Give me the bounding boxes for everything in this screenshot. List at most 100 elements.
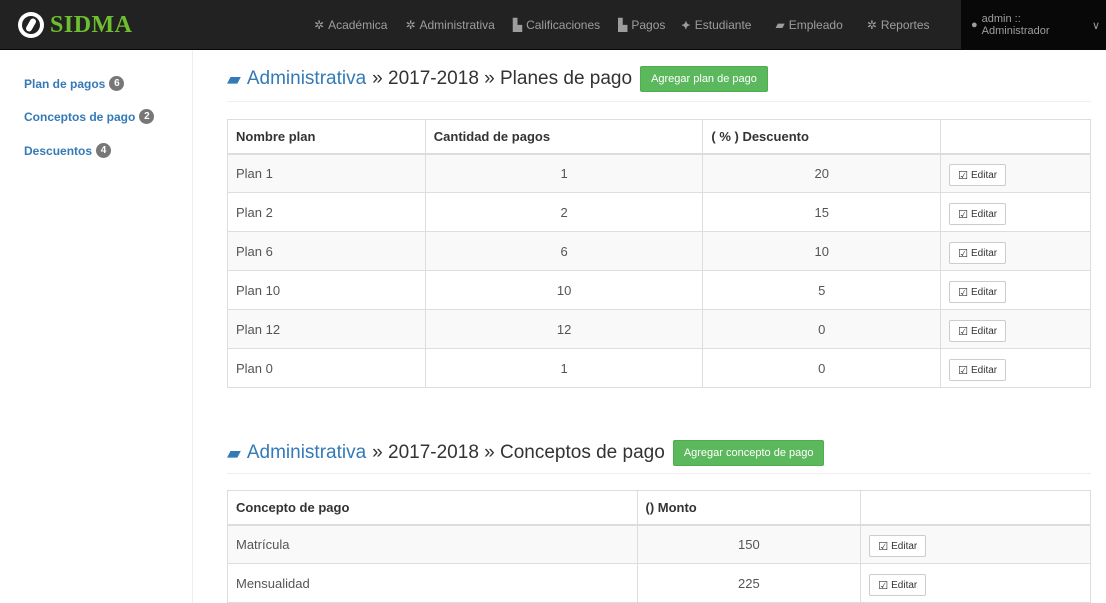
column-header: Nombre plan: [227, 119, 426, 155]
table-cell: 12: [424, 309, 704, 349]
breadcrumb-administrativa[interactable]: Administrativa: [247, 442, 366, 464]
nav-empleado[interactable]: ▰ Empleado: [769, 0, 848, 50]
sidebar: Plan de pagos 6 Conceptos de pago 2 Desc…: [0, 50, 193, 603]
nav-calificaciones[interactable]: ▙ Calificaciones: [507, 0, 606, 50]
table-cell: Plan 6: [227, 231, 426, 271]
table-cell: Matrícula: [227, 524, 638, 564]
sidebar-item-plan-de-pagos[interactable]: Plan de pagos 6: [24, 76, 125, 91]
table-cell: 6: [424, 231, 704, 271]
top-navbar: SIDMA ✲ Académica ✲ Administrativa ▙ Cal…: [0, 0, 1106, 50]
nav-estudiante[interactable]: ⯌ Estudiante: [675, 0, 757, 50]
edit-button[interactable]: ☑ Editar: [949, 242, 1007, 264]
table-row: Plan 6 6 10 ☑ Editar: [227, 231, 1091, 271]
edit-icon: ☑: [878, 579, 889, 592]
table-cell: Mensualidad: [227, 563, 638, 603]
edit-button[interactable]: ☑ Editar: [949, 203, 1007, 225]
planes-page-title: ▰ Administrativa » 2017-2018 » Planes de…: [227, 62, 768, 96]
gear-icon: ✲: [314, 18, 325, 32]
brand[interactable]: SIDMA: [18, 9, 133, 41]
edit-icon: ☑: [878, 540, 889, 553]
table-row: Plan 0 1 0 ☑ Editar: [227, 348, 1091, 388]
edit-button[interactable]: ☑ Editar: [949, 164, 1007, 187]
main-nav: ✲ Académica ✲ Administrativa ▙ Calificac…: [308, 0, 936, 50]
user-menu[interactable]: ● admin :: Administrador ∨: [961, 0, 1106, 50]
folder-open-icon: ▰: [227, 442, 241, 463]
breadcrumb-administrativa[interactable]: Administrativa: [247, 68, 366, 90]
sidebar-item-conceptos-de-pago[interactable]: Conceptos de pago 2: [24, 109, 155, 124]
folder-open-icon: ▰: [775, 18, 785, 32]
table-cell: 5: [702, 270, 942, 310]
table-row: Plan 1 1 20 ☑ Editar: [227, 153, 1091, 193]
nav-administrativa[interactable]: ✲ Administrativa: [399, 0, 500, 50]
sidebar-item-descuentos[interactable]: Descuentos 4: [24, 143, 112, 158]
nav-pagos[interactable]: ▙ Pagos: [612, 0, 671, 50]
edit-button[interactable]: ☑ Editar: [869, 574, 927, 596]
divider: [227, 101, 1091, 102]
table-cell: 1: [424, 348, 704, 388]
edit-button[interactable]: ☑ Editar: [949, 359, 1007, 381]
actions-cell: ☑ Editar: [860, 563, 1091, 603]
column-header: Concepto de pago: [227, 490, 638, 526]
table-row: Plan 10 10 5 ☑ Editar: [227, 270, 1091, 310]
divider: [227, 473, 1091, 474]
count-badge: 6: [109, 76, 125, 91]
column-header: () Monto: [636, 490, 862, 526]
count-badge: 4: [96, 143, 112, 158]
table-cell: Plan 12: [227, 309, 426, 349]
brand-logo-icon: [18, 12, 44, 38]
table-row: Matrícula 150 ☑ Editar: [227, 524, 1091, 564]
table-cell: Plan 2: [227, 192, 426, 232]
table-cell: 1: [424, 153, 704, 193]
edit-button[interactable]: ☑ Editar: [949, 281, 1007, 303]
edit-icon: ☑: [958, 364, 968, 377]
edit-icon: ☑: [958, 286, 968, 299]
actions-cell: ☑ Editar: [860, 524, 1091, 564]
table-cell: 0: [702, 348, 942, 388]
edit-icon: ☑: [958, 169, 968, 182]
edit-button[interactable]: ☑ Editar: [869, 535, 927, 558]
table-header-row: Concepto de pago () Monto: [227, 490, 1091, 526]
conceptos-page-title: ▰ Administrativa » 2017-2018 » Conceptos…: [227, 436, 825, 470]
add-plan-button[interactable]: Agregar plan de pago: [640, 66, 768, 92]
nav-academica[interactable]: ✲ Académica: [308, 0, 393, 50]
edit-icon: ☑: [958, 325, 968, 338]
edit-button[interactable]: ☑ Editar: [949, 320, 1007, 342]
table-cell: Plan 1: [227, 153, 426, 193]
actions-cell: ☑ Editar: [940, 153, 1091, 193]
actions-cell: ☑ Editar: [940, 270, 1091, 310]
table-row: Plan 2 2 15 ☑ Editar: [227, 192, 1091, 232]
user-icon: ●: [971, 19, 978, 31]
table-cell: 20: [702, 153, 942, 193]
column-header: ( % ) Descuento: [702, 119, 942, 155]
table-cell: 10: [424, 270, 704, 310]
nav-reportes[interactable]: ✲ Reportes: [861, 0, 936, 50]
brand-name: SIDMA: [50, 11, 133, 38]
folder-open-icon: ▰: [227, 68, 241, 89]
graduation-cap-icon: ⯌: [681, 17, 691, 32]
column-header: [860, 490, 1091, 526]
gear-icon: ✲: [405, 18, 416, 32]
gear-icon: ✲: [866, 18, 877, 32]
table-row: Mensualidad 225 ☑ Editar: [227, 563, 1091, 603]
table-cell: 2: [424, 192, 704, 232]
file-icon: ▙: [512, 18, 523, 32]
breadcrumb-rest: » 2017-2018 » Planes de pago: [372, 68, 633, 89]
actions-cell: ☑ Editar: [940, 309, 1091, 349]
breadcrumb-rest: » 2017-2018 » Conceptos de pago: [372, 442, 665, 463]
table-header-row: Nombre plan Cantidad de pagos ( % ) Desc…: [227, 119, 1091, 155]
conceptos-table: Concepto de pago () Monto Matrícula 150 ☑ E…: [227, 490, 1091, 603]
count-badge: 2: [139, 109, 155, 124]
actions-cell: ☑ Editar: [940, 231, 1091, 271]
table-cell: 0: [702, 309, 942, 349]
table-cell: Plan 10: [227, 270, 426, 310]
table-cell: 150: [636, 524, 862, 564]
actions-cell: ☑ Editar: [940, 192, 1091, 232]
actions-cell: ☑ Editar: [940, 348, 1091, 388]
column-header: [940, 119, 1091, 155]
table-cell: 10: [702, 231, 942, 271]
column-header: Cantidad de pagos: [424, 119, 704, 155]
chevron-down-icon: ∨: [1091, 19, 1100, 32]
add-concepto-button[interactable]: Agregar concepto de pago: [672, 440, 825, 466]
edit-icon: ☑: [958, 247, 968, 260]
table-cell: 225: [636, 563, 862, 603]
